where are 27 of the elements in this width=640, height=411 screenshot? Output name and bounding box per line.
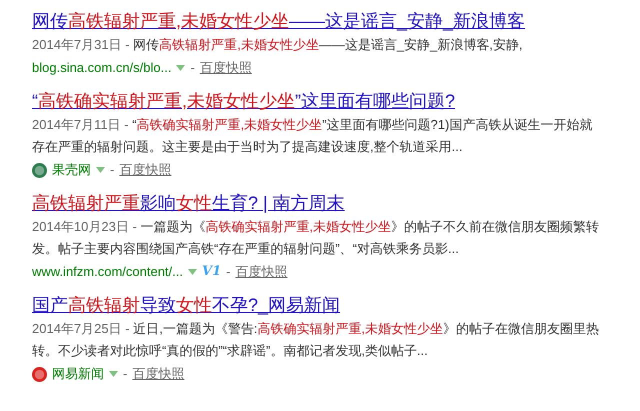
caret-icon[interactable] [109, 371, 118, 377]
level-label: V1 [202, 263, 222, 281]
snapshot-link[interactable]: 百度快照 [235, 260, 288, 284]
result-snippet: 2014年10月23日 - 一篇题为《高铁确实辐射严重,未婚女性少坐》的帖子不久前在微信朋友圈频繁转发。帖子主要内容围绕国产高铁“存在严重的辐射问题”、“对高铁乘务员影... [32, 218, 600, 258]
snapshot-link[interactable]: 百度快照 [200, 56, 252, 80]
site-logo-icon [32, 162, 47, 178]
result-title[interactable]: 高铁辐射严重影响女性生育? | 南方周末 [32, 190, 620, 216]
site-name[interactable]: 网易新闻 [52, 362, 104, 386]
result-url[interactable]: www.infzm.com/content/... [32, 260, 183, 284]
site-name[interactable]: 果壳网 [52, 158, 91, 182]
caret-icon[interactable] [96, 167, 105, 173]
result-snippet: 2014年7月31日 - 网传高铁辐射严重,未婚女性少坐——这是谣言_安静_新浪博客,安静, [32, 36, 524, 54]
result-title[interactable]: 网传高铁辐射严重,未婚女性少坐——这是谣言_安静_新浪博客 [32, 8, 620, 34]
separator-dash: - [110, 161, 114, 179]
caret-icon[interactable] [176, 65, 186, 71]
snapshot-link[interactable]: 百度快照 [132, 362, 184, 386]
site-logo-icon [32, 366, 47, 382]
caret-icon[interactable] [188, 269, 197, 275]
snapshot-link[interactable]: 百度快照 [119, 158, 172, 182]
separator-dash: - [123, 365, 128, 383]
result-snippet: 2014年7月11日 - “高铁确实辐射严重,未婚女性少坐”这里面有哪些问题?1)国产高铁从诞生一开始就存在严重的辐射问题。这主要是由于当时为了提高建设速度,整个轨道采用... [32, 116, 594, 156]
separator-dash: - [226, 263, 230, 281]
result-url[interactable]: blog.sina.com.cn/s/blo... [32, 56, 172, 80]
result-snippet: 2014年7月25日 - 近日,一篇题为《警告:高铁确实辐射严重,未婚女性少坐》的帖子在微信朋友圈里热转。不少读者对此惊呼“真的假的”“求辟谣”。南都记者发现,类似帖子... [32, 320, 600, 360]
result-title[interactable]: “高铁确实辐射严重,未婚女性少坐”这里面有哪些问题? [32, 88, 620, 114]
result-title[interactable]: 国产高铁辐射导致女性不孕?_网易新闻 [32, 292, 620, 318]
separator-dash: - [190, 59, 195, 77]
